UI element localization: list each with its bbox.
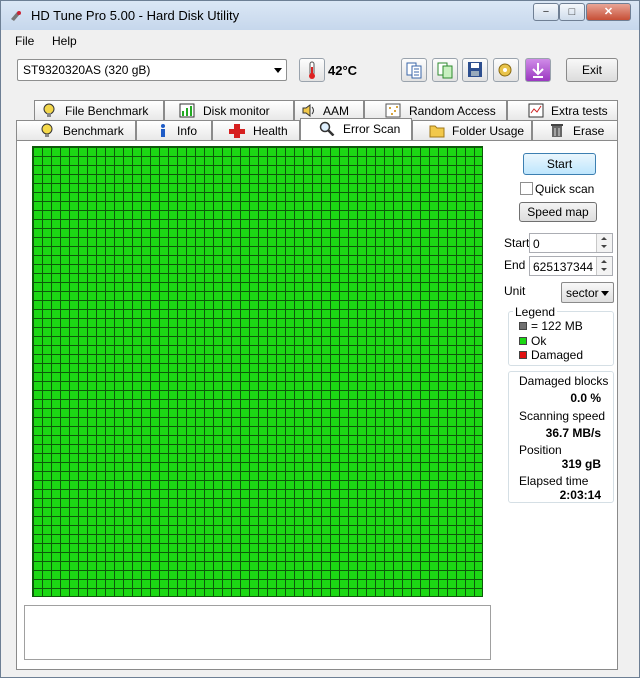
legend-damaged: Damaged xyxy=(531,348,584,362)
end-field-label: End xyxy=(504,258,526,272)
end-spinner[interactable]: 625137344 xyxy=(529,256,613,276)
lightbulb-icon xyxy=(41,123,53,137)
tab-label: Benchmark xyxy=(63,124,124,138)
quick-scan-checkbox[interactable] xyxy=(520,182,533,195)
copy-info-icon xyxy=(406,62,422,79)
tab-label: Disk monitor xyxy=(203,104,270,118)
tab-error-scan[interactable]: Error Scan xyxy=(300,118,412,140)
toolbar: ST9320320AS (320 gB) 42°C Exit xyxy=(1,52,639,92)
options-icon xyxy=(498,63,512,77)
exit-button[interactable]: Exit xyxy=(566,58,618,82)
scan-log-area[interactable] xyxy=(24,605,491,660)
tab-erase[interactable]: Erase xyxy=(532,120,618,140)
legend-ok: Ok xyxy=(531,334,547,348)
download-button[interactable] xyxy=(525,58,551,82)
tab-disk-monitor[interactable]: Disk monitor xyxy=(164,100,294,120)
temperature-button[interactable] xyxy=(299,58,325,82)
drive-select-value: ST9320320AS (320 gB) xyxy=(23,63,151,77)
app-window: HD Tune Pro 5.00 - Hard Disk Utility − □… xyxy=(0,0,640,678)
health-cross-icon xyxy=(229,124,245,138)
title-bar[interactable]: HD Tune Pro 5.00 - Hard Disk Utility − □… xyxy=(1,1,639,30)
tab-aam[interactable]: AAM xyxy=(294,100,364,120)
random-access-icon xyxy=(385,103,401,118)
info-icon xyxy=(161,124,165,137)
disk-monitor-icon xyxy=(179,103,195,118)
quick-scan-label: Quick scan xyxy=(535,182,595,196)
chevron-down-icon xyxy=(601,291,609,296)
drive-select[interactable]: ST9320320AS (320 gB) xyxy=(17,59,287,81)
menu-file[interactable]: File xyxy=(15,34,34,48)
tab-label: AAM xyxy=(323,104,350,118)
tab-info[interactable]: Info xyxy=(136,120,212,140)
block-size-swatch xyxy=(519,322,527,330)
file-benchmark-icon xyxy=(43,103,55,117)
chevron-down-icon xyxy=(274,68,282,73)
close-button[interactable]: ✕ xyxy=(586,3,631,21)
options-button[interactable] xyxy=(493,58,519,82)
ok-swatch xyxy=(519,337,527,345)
legend-block-size: = 122 MB xyxy=(531,319,583,333)
start-spinner-value: 0 xyxy=(533,237,540,251)
spinner-arrows-icon[interactable] xyxy=(596,257,612,275)
unit-select-value: sector xyxy=(566,286,599,300)
copy-info-button[interactable] xyxy=(401,58,427,82)
tab-label: Error Scan xyxy=(343,122,401,136)
tab-label: Info xyxy=(177,124,198,138)
copy-screenshot-icon xyxy=(437,62,453,79)
menu-help[interactable]: Help xyxy=(52,34,77,48)
save-icon xyxy=(468,62,482,77)
tab-label: Extra tests xyxy=(551,104,608,118)
minimize-button[interactable]: − xyxy=(533,3,559,21)
trash-icon xyxy=(551,124,563,137)
menu-bar: File Help xyxy=(1,30,639,52)
position-value: 319 gB xyxy=(561,457,601,471)
scanning-speed-label: Scanning speed xyxy=(519,409,606,423)
folder-icon xyxy=(429,125,445,138)
damaged-blocks-label: Damaged blocks xyxy=(519,374,609,388)
tab-health[interactable]: Health xyxy=(212,120,300,140)
scan-block-map xyxy=(32,146,483,597)
elapsed-time-value: 2:03:14 xyxy=(559,488,601,502)
legend-title: Legend xyxy=(513,305,558,319)
tab-random-access[interactable]: Random Access xyxy=(364,100,507,120)
download-icon xyxy=(532,63,544,78)
start-field-label: Start xyxy=(504,236,530,250)
speaker-icon xyxy=(302,104,314,117)
maximize-button[interactable]: □ xyxy=(559,3,585,21)
tab-label: Erase xyxy=(573,124,605,138)
speed-map-button[interactable]: Speed map xyxy=(519,202,597,222)
tab-label: File Benchmark xyxy=(65,104,149,118)
tab-label: Folder Usage xyxy=(452,124,525,138)
thermometer-icon xyxy=(309,61,315,79)
magnifier-icon xyxy=(319,121,335,136)
spinner-arrows-icon[interactable] xyxy=(596,234,612,252)
scanning-speed-value: 36.7 MB/s xyxy=(545,426,601,440)
tab-benchmark[interactable]: Benchmark xyxy=(16,120,136,140)
app-icon xyxy=(11,11,21,21)
damaged-swatch xyxy=(519,351,527,359)
tab-folder-usage[interactable]: Folder Usage xyxy=(412,120,532,140)
tab-label: Random Access xyxy=(409,104,496,118)
position-label: Position xyxy=(519,443,562,457)
tab-extra-tests[interactable]: Extra tests xyxy=(507,100,618,120)
start-spinner[interactable]: 0 xyxy=(529,233,613,253)
extra-tests-icon xyxy=(528,103,544,118)
damaged-blocks-value: 0.0 % xyxy=(570,391,601,405)
save-button[interactable] xyxy=(462,58,488,82)
tab-label: Health xyxy=(253,124,288,138)
unit-select[interactable]: sector xyxy=(561,282,614,303)
unit-label: Unit xyxy=(504,284,526,298)
start-button[interactable]: Start xyxy=(523,153,596,175)
temperature-value: 42°C xyxy=(328,63,358,78)
end-spinner-value: 625137344 xyxy=(533,260,594,274)
window-title: HD Tune Pro 5.00 - Hard Disk Utility xyxy=(31,8,240,23)
copy-screenshot-button[interactable] xyxy=(432,58,458,82)
tab-file-benchmark[interactable]: File Benchmark xyxy=(34,100,164,120)
elapsed-time-label: Elapsed time xyxy=(519,474,589,488)
